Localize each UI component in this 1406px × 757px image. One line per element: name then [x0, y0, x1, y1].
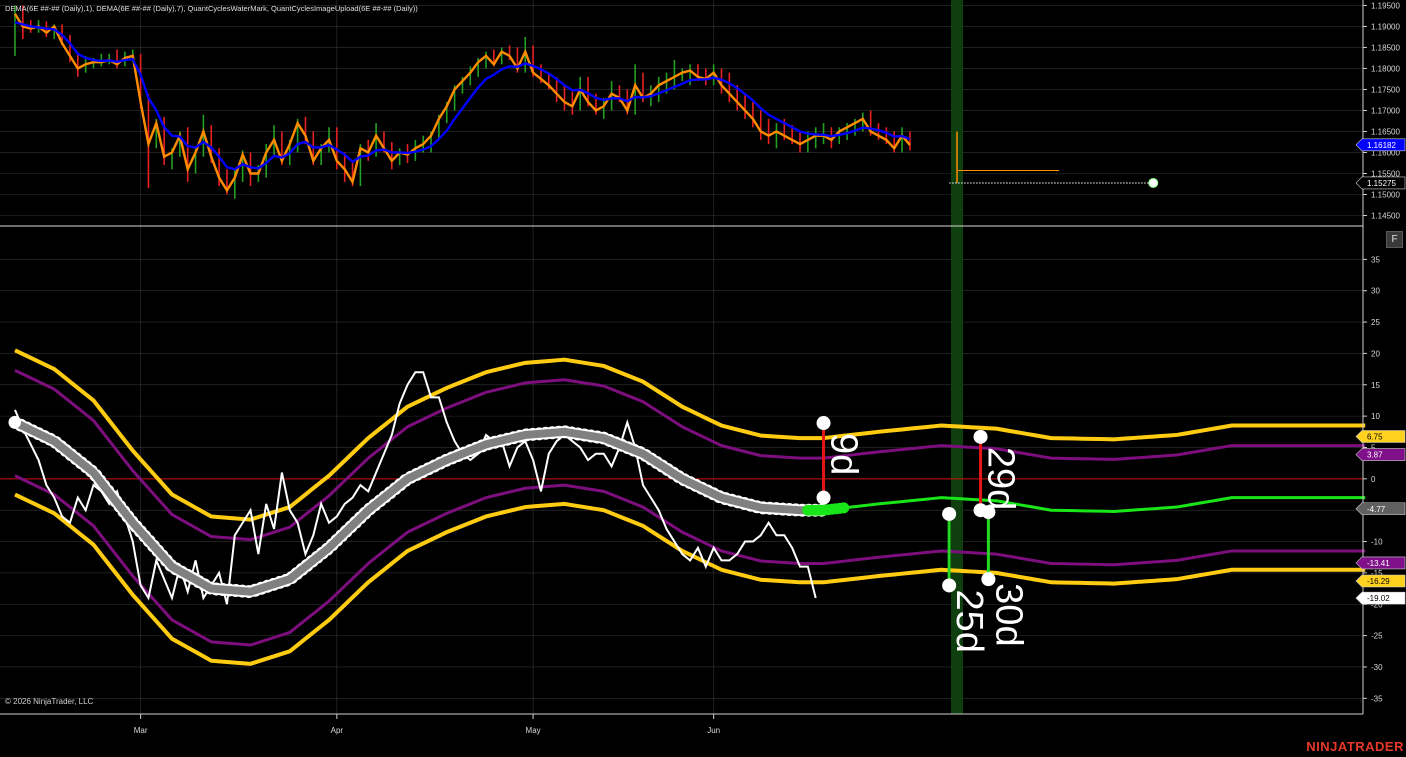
price-tick-label: 1.17500: [1371, 85, 1400, 94]
price-tick-label: 1.15000: [1371, 190, 1400, 199]
inner-upper-band[interactable]: [14, 368, 1366, 542]
price-panel[interactable]: [13, 5, 1159, 199]
cycle-marker-label: 30d: [987, 583, 1029, 646]
oscillator-tag-text: 6.75: [1367, 433, 1383, 442]
projection-line[interactable]: [823, 496, 1366, 513]
f-button[interactable]: F: [1386, 231, 1403, 248]
oscillator-tick-label: 35: [1371, 255, 1380, 264]
oscillator-panel[interactable]: 9d 29d 25d30d: [0, 348, 1366, 666]
price-tick-label: 1.17000: [1371, 106, 1400, 115]
cycle-marker-label: 29d: [980, 447, 1022, 510]
cycle-start-point: [9, 416, 21, 429]
price-tick-label: 1.16500: [1371, 127, 1400, 136]
cycle-marker-top: [816, 416, 831, 431]
oscillator-tag-text: -13.41: [1367, 559, 1390, 568]
price-tick-label: 1.18000: [1371, 64, 1400, 73]
oscillator-tag: -13.41: [1355, 556, 1406, 570]
oscillator-tick-label: 15: [1371, 381, 1380, 390]
cycle-marker-29d[interactable]: 29d: [973, 429, 1022, 518]
oscillator-tag: -16.29: [1355, 574, 1406, 588]
price-tick-label: 1.19000: [1371, 22, 1400, 31]
cycle-marker-top: [942, 506, 957, 521]
cycle-marker-9d[interactable]: 9d: [816, 416, 865, 505]
ninjatrader-logo: NINJATRADER: [1306, 739, 1404, 754]
cycle-marker-top: [981, 505, 996, 520]
target-price-tag-text: 1.15275: [1367, 179, 1396, 188]
price-tick-label: 1.14500: [1371, 211, 1400, 220]
indicator-list: DEMA(6E ##-## (Daily),1), DEMA(6E ##-## …: [5, 4, 418, 13]
oscillator-tag: 6.75: [1355, 430, 1406, 443]
outer-lower-band[interactable]: [14, 492, 1366, 666]
oscillator-tag: -19.02: [1355, 591, 1406, 605]
x-tick-label: May: [526, 726, 541, 735]
oscillator-tick-label: 10: [1371, 412, 1380, 421]
price-tick-label: 1.18500: [1371, 43, 1400, 52]
cycle-marker-bottom: [816, 490, 831, 505]
oscillator-tick-label: -35: [1371, 694, 1383, 703]
target-price-tag: 1.15275: [1355, 176, 1406, 190]
oscillator-tick-label: 20: [1371, 349, 1380, 358]
target-point[interactable]: [1148, 177, 1159, 188]
cycle-marker-label: 9d: [823, 433, 865, 475]
oscillator-tag-text: 3.87: [1367, 451, 1383, 460]
cycle-marker-label: 25d: [948, 589, 990, 652]
oscillator-tag: 3.87: [1355, 448, 1406, 461]
copyright-text: © 2026 NinjaTrader, LLC: [5, 697, 94, 706]
oscillator-tag: -4.77: [1355, 502, 1406, 516]
oscillator-tick-label: 0: [1371, 475, 1376, 484]
x-tick-label: Mar: [134, 726, 148, 735]
x-tick-label: Jun: [707, 726, 720, 735]
oscillator-tag-text: -16.29: [1367, 577, 1390, 586]
oscillator-tick-label: -30: [1371, 663, 1383, 672]
oscillator-tick-label: -25: [1371, 632, 1383, 641]
oscillator-tick-label: 30: [1371, 287, 1380, 296]
oscillator-tag-text: -19.02: [1367, 594, 1390, 603]
outer-upper-band[interactable]: [14, 348, 1366, 522]
grid-lines: [0, 0, 1363, 714]
price-tick-label: 1.19500: [1371, 1, 1400, 10]
current-price-tag-text: 1.16182: [1367, 141, 1396, 150]
oscillator-tick-label: -10: [1371, 538, 1383, 547]
current-price-tag: 1.16182: [1355, 138, 1406, 152]
chart-canvas[interactable]: 9d 29d 25d30d 1.19500 1.19000 1.18500 1.18000…: [0, 0, 1406, 757]
cycle-marker-top: [973, 429, 988, 444]
oscillator-tick-label: 25: [1371, 318, 1380, 327]
oscillator-tag-text: -4.77: [1367, 505, 1386, 514]
x-tick-label: Apr: [331, 726, 344, 735]
